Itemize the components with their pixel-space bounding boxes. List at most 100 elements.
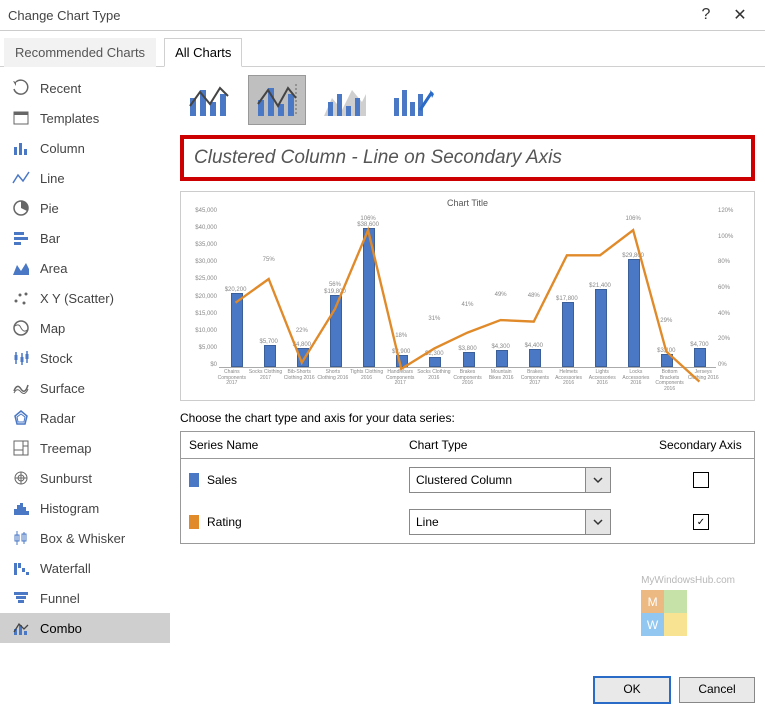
combo-icon: [12, 619, 30, 637]
sidebar-item-label: Box & Whisker: [40, 531, 125, 546]
line-icon: [12, 169, 30, 187]
series-name: Sales: [207, 473, 237, 487]
sidebar-item-label: Map: [40, 321, 65, 336]
scatter-icon: [12, 289, 30, 307]
tab-strip: Recommended Charts All Charts: [0, 31, 765, 67]
combo-subtype-1[interactable]: [180, 75, 238, 125]
series-header-type: Chart Type: [401, 432, 651, 458]
funnel-icon: [12, 589, 30, 607]
ok-button[interactable]: OK: [593, 676, 671, 704]
sidebar-item-waterfall[interactable]: Waterfall: [0, 553, 170, 583]
bar-icon: [12, 229, 30, 247]
dropdown-value: Clustered Column: [410, 473, 585, 487]
sidebar-item-label: Waterfall: [40, 561, 91, 576]
chart-preview: Chart Title $45,000$40,000$35,000$30,000…: [180, 191, 755, 401]
templates-icon: [12, 109, 30, 127]
sidebar-item-label: Combo: [40, 621, 82, 636]
sidebar-item-combo[interactable]: Combo: [0, 613, 170, 643]
sidebar-item-box-whisker[interactable]: Box & Whisker: [0, 523, 170, 553]
series-swatch: [189, 473, 199, 487]
dropdown-value: Line: [410, 515, 585, 529]
area-icon: [12, 259, 30, 277]
series-config-label: Choose the chart type and axis for your …: [180, 411, 755, 425]
sidebar-item-label: Column: [40, 141, 85, 156]
treemap-icon: [12, 439, 30, 457]
chart-plot: $45,000$40,000$35,000$30,000$25,000$20,0…: [187, 208, 748, 368]
series-header-axis: Secondary Axis: [651, 432, 751, 458]
series-row: Sales Clustered Column: [181, 459, 754, 501]
sidebar-item-pie[interactable]: Pie: [0, 193, 170, 223]
close-button[interactable]: ✕: [723, 5, 757, 25]
sidebar-item-recent[interactable]: Recent: [0, 73, 170, 103]
combo-subtype-3[interactable]: [316, 75, 374, 125]
dialog-footer: OK Cancel: [0, 672, 765, 708]
subtype-title: Clustered Column - Line on Secondary Axi…: [194, 147, 741, 169]
sidebar-item-label: Funnel: [40, 591, 80, 606]
sidebar-item-label: Recent: [40, 81, 81, 96]
sidebar-item-label: Histogram: [40, 501, 99, 516]
primary-y-axis: $45,000$40,000$35,000$30,000$25,000$20,0…: [187, 208, 219, 368]
series-chart-type-dropdown[interactable]: Line: [409, 509, 611, 535]
recent-icon: [12, 79, 30, 97]
help-button[interactable]: ?: [689, 6, 723, 24]
sidebar-item-surface[interactable]: Surface: [0, 373, 170, 403]
series-name: Rating: [207, 515, 242, 529]
stock-icon: [12, 349, 30, 367]
sidebar-item-label: Treemap: [40, 441, 92, 456]
sidebar-item-label: Area: [40, 261, 67, 276]
chevron-down-icon: [585, 468, 610, 492]
sidebar-item-label: Stock: [40, 351, 73, 366]
sidebar-item-label: Bar: [40, 231, 60, 246]
chart-category-list: Recent Templates Column Line Pie Bar Area X Y (…: [0, 67, 170, 672]
sidebar-item-stock[interactable]: Stock: [0, 343, 170, 373]
rating-line: [219, 208, 716, 397]
sidebar-item-label: Pie: [40, 201, 59, 216]
chart-content-area: Clustered Column - Line on Secondary Axi…: [170, 67, 765, 672]
series-chart-type-dropdown[interactable]: Clustered Column: [409, 467, 611, 493]
series-header-name: Series Name: [181, 432, 401, 458]
cancel-button[interactable]: Cancel: [679, 677, 755, 703]
secondary-axis-checkbox[interactable]: ✓: [693, 514, 709, 530]
tab-recommended-charts[interactable]: Recommended Charts: [4, 38, 156, 67]
sidebar-item-label: Radar: [40, 411, 75, 426]
sidebar-item-bar[interactable]: Bar: [0, 223, 170, 253]
sidebar-item-label: Sunburst: [40, 471, 92, 486]
radar-icon: [12, 409, 30, 427]
surface-icon: [12, 379, 30, 397]
chart-title: Chart Title: [187, 198, 748, 208]
sidebar-item-x-y-scatter-[interactable]: X Y (Scatter): [0, 283, 170, 313]
plot-area: $20,200$5,70075%$4,80022%$19,80056%$38,6…: [219, 208, 716, 368]
chevron-down-icon: [585, 510, 610, 534]
sidebar-item-sunburst[interactable]: Sunburst: [0, 463, 170, 493]
sidebar-item-histogram[interactable]: Histogram: [0, 493, 170, 523]
sidebar-item-templates[interactable]: Templates: [0, 103, 170, 133]
histogram-icon: [12, 499, 30, 517]
combo-subtype-2[interactable]: [248, 75, 306, 125]
sidebar-item-treemap[interactable]: Treemap: [0, 433, 170, 463]
boxwhisker-icon: [12, 529, 30, 547]
pie-icon: [12, 199, 30, 217]
sidebar-item-map[interactable]: Map: [0, 313, 170, 343]
sidebar-item-label: Surface: [40, 381, 85, 396]
sidebar-item-label: X Y (Scatter): [40, 291, 114, 306]
sidebar-item-label: Templates: [40, 111, 99, 126]
tab-all-charts[interactable]: All Charts: [164, 38, 242, 67]
sunburst-icon: [12, 469, 30, 487]
combo-subtypes: [180, 75, 755, 125]
series-row: Rating Line ✓: [181, 501, 754, 543]
subtype-title-box: Clustered Column - Line on Secondary Axi…: [180, 135, 755, 181]
sidebar-item-line[interactable]: Line: [0, 163, 170, 193]
combo-subtype-custom[interactable]: [384, 75, 442, 125]
waterfall-icon: [12, 559, 30, 577]
sidebar-item-area[interactable]: Area: [0, 253, 170, 283]
sidebar-item-label: Line: [40, 171, 65, 186]
secondary-y-axis: 120%100%80%60%40%20%0%: [716, 208, 748, 368]
sidebar-item-column[interactable]: Column: [0, 133, 170, 163]
secondary-axis-checkbox[interactable]: [693, 472, 709, 488]
sidebar-item-funnel[interactable]: Funnel: [0, 583, 170, 613]
map-icon: [12, 319, 30, 337]
sidebar-item-radar[interactable]: Radar: [0, 403, 170, 433]
column-icon: [12, 139, 30, 157]
series-table: Series Name Chart Type Secondary Axis Sa…: [180, 431, 755, 544]
dialog-title: Change Chart Type: [8, 8, 689, 23]
